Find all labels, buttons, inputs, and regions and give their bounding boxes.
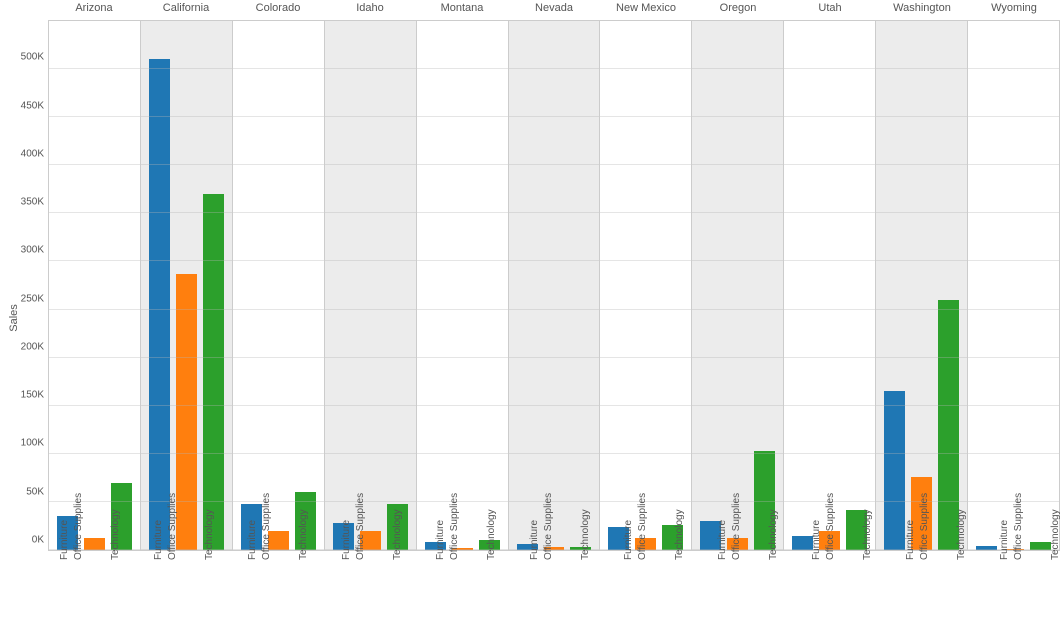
x-category-label: Furniture (714, 552, 736, 636)
x-category-label: Technology (488, 552, 510, 636)
x-category-label: Office Supplies (554, 552, 576, 636)
x-category-label: Technology (770, 552, 792, 636)
x-category-label: Technology (300, 552, 322, 636)
x-label-group: Furniture Office Supplies Technology (424, 552, 518, 636)
facet-headers: ArizonaCaliforniaColoradoIdahoMontanaNev… (48, 2, 1060, 18)
y-tick-label: 200K (21, 341, 44, 352)
facet-panel-utah (784, 21, 876, 550)
bar-technology[interactable] (203, 194, 224, 550)
x-category-label: Furniture (996, 552, 1018, 636)
x-category-label: Furniture (338, 552, 360, 636)
chart-container: Sales 0K50K100K150K200K250K300K350K400K4… (0, 0, 1062, 636)
facet-panel-washington (876, 21, 968, 550)
facet-header: Colorado (232, 2, 324, 18)
bar-furniture[interactable] (884, 391, 905, 550)
facet-panel-california (141, 21, 233, 550)
facet-panel-wyoming (968, 21, 1060, 550)
x-label-group: Furniture Office Supplies Technology (894, 552, 988, 636)
x-category-label: Furniture (808, 552, 830, 636)
y-tick-label: 0K (32, 535, 44, 546)
x-category-label: Technology (676, 552, 698, 636)
y-tick-label: 400K (21, 148, 44, 159)
x-category-label: Office Supplies (366, 552, 388, 636)
x-label-group: Furniture Office Supplies Technology (988, 552, 1062, 636)
x-category-label: Furniture (432, 552, 454, 636)
facet-panel-arizona (49, 21, 141, 550)
facet-panel-colorado (233, 21, 325, 550)
y-axis-ticks: 0K 50K 100K 150K 200K 250K 300K 350K 400K 450K 500… (16, 20, 46, 551)
facet-header: Oregon (692, 2, 784, 18)
x-category-label: Technology (958, 552, 980, 636)
x-label-group: Furniture Office Supplies Technology (330, 552, 424, 636)
x-category-label: Office Supplies (272, 552, 294, 636)
x-category-label: Furniture (620, 552, 642, 636)
x-category-label: Furniture (902, 552, 924, 636)
x-category-label: Office Supplies (1024, 552, 1046, 636)
x-label-group: Furniture Office Supplies Technology (236, 552, 330, 636)
facet-header: Washington (876, 2, 968, 18)
y-tick-label: 450K (21, 100, 44, 111)
x-category-label: Office Supplies (742, 552, 764, 636)
bar-furniture[interactable] (149, 59, 170, 550)
y-tick-label: 300K (21, 245, 44, 256)
x-category-label: Technology (582, 552, 604, 636)
x-category-label: Furniture (526, 552, 548, 636)
x-label-group: Furniture Office Supplies Technology (706, 552, 800, 636)
x-category-label: Office Supplies (84, 552, 106, 636)
x-axis-labels: FurnitureOffice SuppliesTechnologyFurnit… (48, 552, 1060, 636)
x-label-group: Furniture Office Supplies Technology (518, 552, 612, 636)
x-category-label: Furniture (150, 552, 172, 636)
x-label-group: Furniture Office Supplies Technology (142, 552, 236, 636)
x-category-label: Technology (864, 552, 886, 636)
facet-header: Utah (784, 2, 876, 18)
y-tick-label: 250K (21, 293, 44, 304)
facet-panel-oregon (692, 21, 784, 550)
x-category-label: Furniture (56, 552, 78, 636)
y-tick-label: 350K (21, 197, 44, 208)
x-label-group: Furniture Office Supplies Technology (800, 552, 894, 636)
facet-header: Nevada (508, 2, 600, 18)
facet-panel-nevada (509, 21, 601, 550)
facet-header: Wyoming (968, 2, 1060, 18)
plot-area (48, 20, 1060, 551)
x-category-label: Office Supplies (930, 552, 952, 636)
facet-header: Idaho (324, 2, 416, 18)
facet-header: California (140, 2, 232, 18)
facet-header: Arizona (48, 2, 140, 18)
x-category-label: Office Supplies (460, 552, 482, 636)
y-tick-label: 150K (21, 390, 44, 401)
x-label-group: Furniture Office Supplies Technology (612, 552, 706, 636)
x-category-label: Technology (206, 552, 228, 636)
bar-office-supplies[interactable] (176, 274, 197, 550)
x-category-label: Office Supplies (648, 552, 670, 636)
x-category-label: Furniture (244, 552, 266, 636)
x-category-label: Office Supplies (178, 552, 200, 636)
facet-header: New Mexico (600, 2, 692, 18)
x-category-label: Office Supplies (836, 552, 858, 636)
y-tick-label: 100K (21, 438, 44, 449)
facet-header: Montana (416, 2, 508, 18)
x-label-group: Furniture Office Supplies Technology (48, 552, 142, 636)
facet-panel-montana (417, 21, 509, 550)
x-category-label: Technology (112, 552, 134, 636)
facet-panel-new-mexico (600, 21, 692, 550)
y-tick-label: 500K (21, 52, 44, 63)
facet-panel-idaho (325, 21, 417, 550)
x-category-label: Technology (1052, 552, 1062, 636)
x-category-label: Technology (394, 552, 416, 636)
y-tick-label: 50K (26, 486, 44, 497)
